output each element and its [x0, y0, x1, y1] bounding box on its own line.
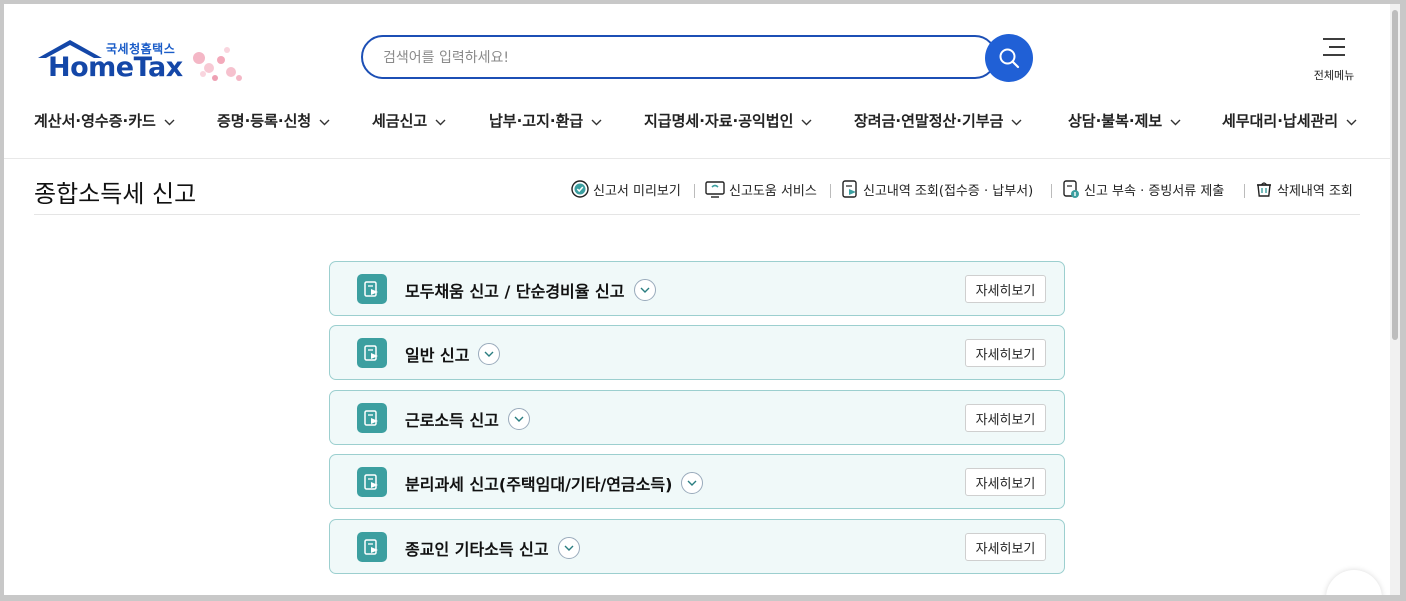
filing-option-label[interactable]: 분리과세 신고(주택임대/기타/연금소득) [405, 471, 704, 495]
logo-title: HomeTax [48, 52, 183, 83]
nav-item-statements[interactable]: 지급명세·자료·공익법인 [644, 110, 812, 131]
filing-option-row[interactable]: 근로소득 신고 자세히보기 [329, 390, 1065, 445]
nav-item-payment[interactable]: 납부·고지·환급 [489, 110, 602, 131]
nav-item-label: 증명·등록·신청 [217, 112, 312, 130]
scrollbar-thumb[interactable] [1392, 10, 1398, 340]
main-nav: 계산서·영수증·카드 증명·등록·신청 세금신고 납부·고지·환급 지급명세·자… [34, 110, 1364, 134]
chevron-down-icon [164, 112, 175, 130]
filing-option-row[interactable]: 모두채움 신고 / 단순경비율 신고 자세히보기 [329, 261, 1065, 316]
nav-item-incentives[interactable]: 장려금·연말정산·기부금 [854, 110, 1022, 131]
search-icon [999, 48, 1020, 69]
quick-link-label: 신고내역 조회(접수증 · 납부서) [863, 183, 1034, 199]
quick-link-label: 신고도움 서비스 [729, 183, 817, 199]
filing-option-text: 일반 신고 [405, 346, 470, 365]
nav-item-tax-agent[interactable]: 세무대리·납세관리 [1222, 110, 1357, 131]
chevron-down-icon [1346, 112, 1357, 130]
divider [830, 184, 831, 198]
nav-item-label: 세금신고 [372, 112, 428, 130]
document-upload-icon [1061, 179, 1081, 199]
title-divider [34, 214, 1360, 215]
quick-link-deleted-history[interactable]: 삭제내역 조회 [1254, 179, 1353, 199]
search-button[interactable] [985, 34, 1033, 82]
document-arrow-icon [840, 179, 860, 199]
document-edit-icon [357, 403, 387, 433]
trash-icon [1254, 179, 1274, 199]
monitor-help-icon [704, 179, 726, 199]
nav-item-consulting[interactable]: 상담·불복·제보 [1068, 110, 1181, 131]
quick-link-label: 신고 부속 · 증빙서류 제출 [1084, 183, 1225, 199]
all-menu-label: 전체메뉴 [1313, 69, 1355, 82]
filing-option-row[interactable]: 일반 신고 자세히보기 [329, 325, 1065, 380]
details-button[interactable]: 자세히보기 [965, 404, 1046, 432]
browser-viewport: 국세청홈택스 HomeTax 전체메뉴 [4, 4, 1400, 595]
filing-option-label[interactable]: 종교인 기타소득 신고 [405, 536, 580, 560]
nav-item-tax-filing[interactable]: 세금신고 [372, 110, 446, 131]
chevron-down-icon [319, 112, 330, 130]
filing-option-row[interactable]: 분리과세 신고(주택임대/기타/연금소득) 자세히보기 [329, 454, 1065, 509]
search-box [361, 35, 997, 79]
page-title: 종합소득세 신고 [34, 180, 197, 208]
nav-item-label: 계산서·영수증·카드 [34, 112, 156, 130]
chevron-down-icon[interactable] [478, 343, 501, 365]
filing-option-text: 종교인 기타소득 신고 [405, 540, 549, 559]
filing-option-text: 근로소득 신고 [405, 411, 499, 430]
filing-option-row[interactable]: 종교인 기타소득 신고 자세히보기 [329, 519, 1065, 574]
search-input[interactable] [381, 47, 965, 69]
filing-option-label[interactable]: 모두채움 신고 / 단순경비율 신고 [405, 278, 656, 302]
quick-link-help-service[interactable]: 신고도움 서비스 [704, 179, 817, 199]
chevron-down-icon[interactable] [633, 279, 656, 301]
divider [1051, 184, 1052, 198]
chevron-down-icon [801, 112, 812, 130]
chevron-down-icon [1170, 112, 1181, 130]
chevron-down-icon[interactable] [557, 537, 580, 559]
details-button[interactable]: 자세히보기 [965, 339, 1046, 367]
nav-item-invoices[interactable]: 계산서·영수증·카드 [34, 110, 175, 131]
hamburger-icon [1323, 38, 1345, 56]
filing-option-label[interactable]: 근로소득 신고 [405, 407, 530, 431]
all-menu-button[interactable]: 전체메뉴 [1304, 34, 1364, 84]
details-button[interactable]: 자세히보기 [965, 468, 1046, 496]
divider [694, 184, 695, 198]
check-circle-icon [570, 179, 590, 199]
cherry-blossom-icon [193, 47, 242, 81]
quick-link-filing-history[interactable]: 신고내역 조회(접수증 · 납부서) [840, 179, 1033, 199]
chevron-down-icon[interactable] [507, 408, 530, 430]
chevron-down-icon [435, 112, 446, 130]
quick-link-submit-documents[interactable]: 신고 부속 · 증빙서류 제출 [1061, 179, 1224, 199]
nav-item-label: 세무대리·납세관리 [1222, 112, 1339, 130]
divider [1244, 184, 1245, 198]
nav-item-label: 장려금·연말정산·기부금 [854, 112, 1004, 130]
floating-top-button[interactable] [1326, 570, 1382, 595]
nav-item-label: 상담·불복·제보 [1068, 112, 1163, 130]
document-edit-icon [357, 532, 387, 562]
document-edit-icon [357, 274, 387, 304]
document-edit-icon [357, 467, 387, 497]
nav-item-label: 지급명세·자료·공익법인 [644, 112, 794, 130]
quick-link-preview[interactable]: 신고서 미리보기 [570, 179, 681, 199]
nav-item-certificates[interactable]: 증명·등록·신청 [217, 110, 330, 131]
hometax-logo[interactable]: 국세청홈택스 HomeTax [36, 38, 256, 90]
details-button[interactable]: 자세히보기 [965, 533, 1046, 561]
chevron-down-icon [1011, 112, 1022, 130]
document-edit-icon [357, 338, 387, 368]
nav-item-label: 납부·고지·환급 [489, 112, 584, 130]
chevron-down-icon[interactable] [681, 472, 704, 494]
filing-option-text: 분리과세 신고(주택임대/기타/연금소득) [405, 475, 673, 494]
quick-link-label: 삭제내역 조회 [1277, 183, 1353, 199]
quick-link-label: 신고서 미리보기 [593, 183, 681, 199]
filing-option-text: 모두채움 신고 / 단순경비율 신고 [405, 282, 625, 301]
chevron-down-icon [591, 112, 602, 130]
nav-divider [4, 158, 1394, 159]
details-button[interactable]: 자세히보기 [965, 275, 1046, 303]
filing-option-label[interactable]: 일반 신고 [405, 342, 501, 366]
